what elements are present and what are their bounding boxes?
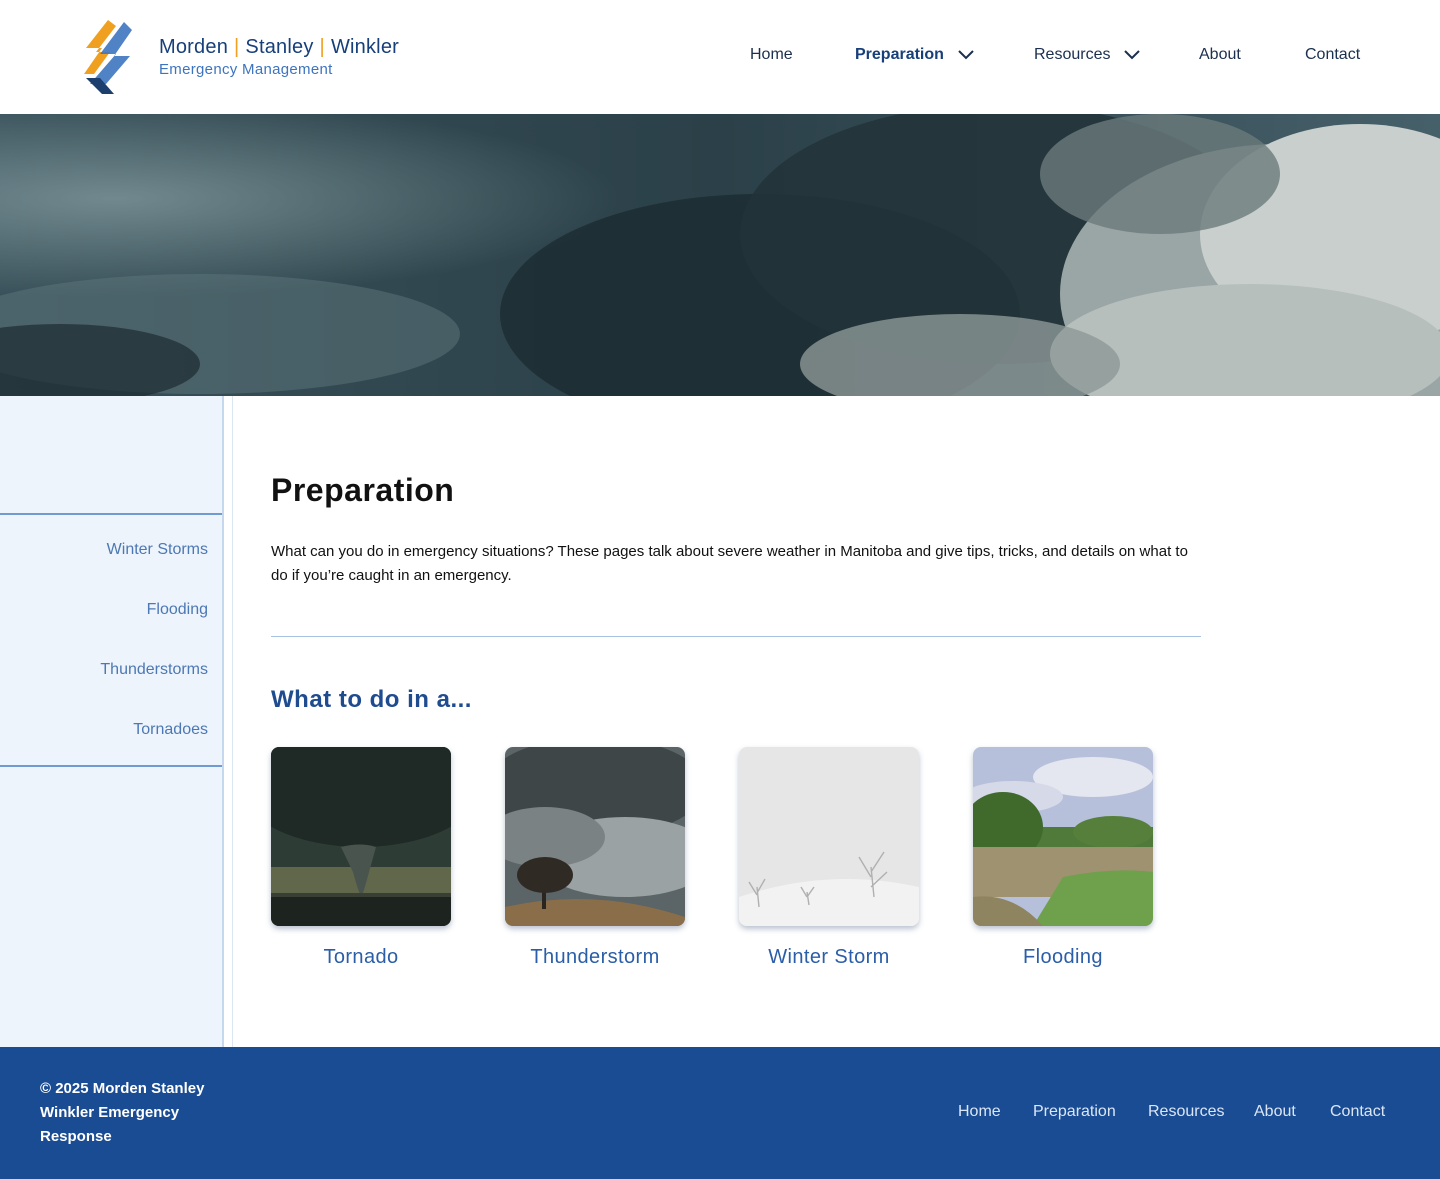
footer-link-contact[interactable]: Contact	[1330, 1103, 1385, 1121]
card-winter-storm-label: Winter Storm	[768, 946, 890, 968]
thunderstorm-photo[interactable]	[505, 747, 685, 926]
card-flooding[interactable]: Flooding	[973, 747, 1153, 969]
site-header: Morden | Stanley | Winkler Emergency Managem…	[0, 0, 1440, 114]
card-flooding-label: Flooding	[1023, 946, 1103, 968]
card-thunderstorm[interactable]: Thunderstorm	[505, 747, 685, 969]
nav-about[interactable]: About	[1199, 46, 1241, 64]
sidebar-top-rule	[0, 513, 222, 515]
card-thunderstorm-label: Thunderstorm	[530, 946, 660, 968]
chevron-down-icon	[1124, 50, 1141, 60]
intro-text: What can you do in emergency situations?…	[271, 543, 1188, 584]
sidebar-border-inner	[232, 396, 233, 1047]
nav-preparation[interactable]: Preparation	[855, 46, 974, 64]
nav-resources-label: Resources	[1034, 46, 1111, 63]
nav-about-label: About	[1199, 46, 1241, 63]
nav-contact[interactable]: Contact	[1305, 46, 1360, 64]
sidebar-border	[222, 396, 224, 1047]
section-divider	[271, 636, 1201, 637]
footer-link-preparation[interactable]: Preparation	[1033, 1103, 1116, 1121]
card-winter-storm[interactable]: Winter Storm	[739, 747, 919, 969]
section-heading: What to do in a...	[271, 686, 472, 713]
nav-home-label: Home	[750, 46, 793, 63]
nav-contact-label: Contact	[1305, 46, 1361, 63]
main-nav: Home Preparation Resources About Contact	[0, 46, 1440, 70]
footer-link-resources[interactable]: Resources	[1148, 1103, 1224, 1121]
card-tornado[interactable]: Tornado	[271, 747, 451, 969]
tornado-photo[interactable]	[271, 747, 451, 926]
flooding-photo[interactable]	[973, 747, 1153, 926]
sidebar-item-tornadoes[interactable]: Tornadoes	[133, 721, 208, 739]
sidebar-item-thunderstorms[interactable]: Thunderstorms	[100, 661, 208, 679]
chevron-down-icon	[958, 50, 974, 60]
winter-storm-photo[interactable]	[739, 747, 919, 926]
sidebar-item-winter-storms[interactable]: Winter Storms	[107, 541, 208, 559]
nav-home[interactable]: Home	[750, 46, 793, 64]
footer-link-about[interactable]: About	[1254, 1103, 1296, 1121]
footer-link-home[interactable]: Home	[958, 1103, 1001, 1121]
nav-resources[interactable]: Resources	[1034, 46, 1141, 64]
site-footer: © 2025 Morden Stanley Winkler Emergency …	[0, 1047, 1440, 1179]
hero-storm-clouds-image	[0, 114, 1440, 396]
page-title: Preparation	[271, 472, 455, 508]
sidebar-bottom-rule	[0, 765, 222, 767]
card-tornado-label: Tornado	[323, 946, 399, 968]
copyright-text: © 2025 Morden Stanley Winkler Emergency …	[40, 1080, 205, 1145]
sidebar-item-flooding[interactable]: Flooding	[147, 601, 208, 619]
nav-preparation-label: Preparation	[855, 46, 944, 63]
